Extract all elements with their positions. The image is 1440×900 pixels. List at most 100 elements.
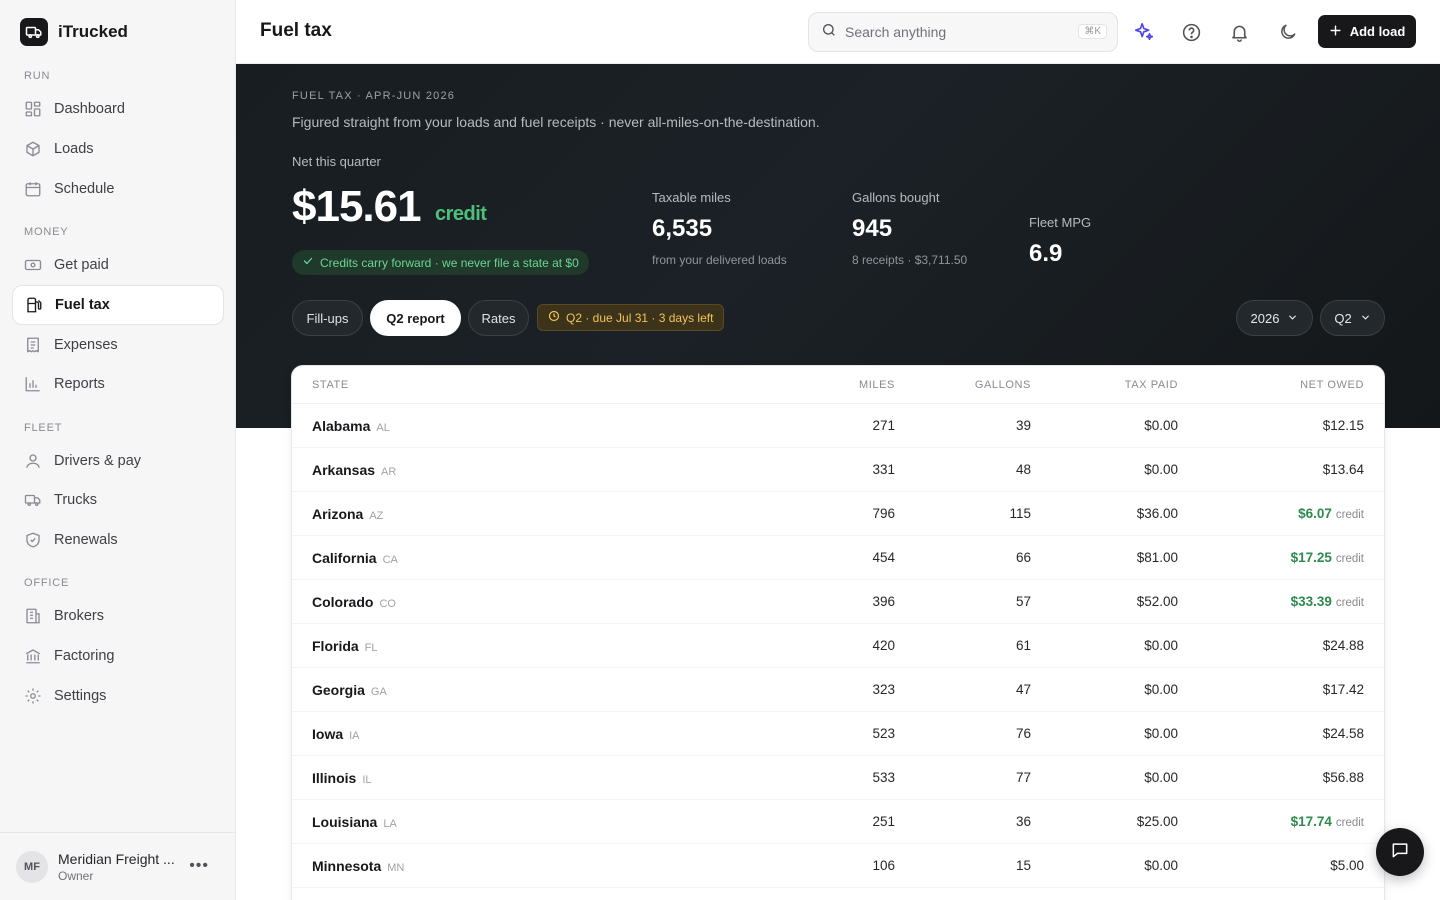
column-header-gallons[interactable]: GALLONS [975, 379, 1031, 391]
sidebar-item-factoring[interactable]: Factoring [12, 636, 224, 676]
add-load-button[interactable]: Add load [1318, 15, 1416, 48]
state-abbr: MN [387, 862, 405, 874]
column-header-state[interactable]: STATE [312, 379, 349, 391]
tab-q2-report[interactable]: Q2 report [370, 300, 461, 336]
state-cell: California CA [312, 550, 398, 566]
sidebar-item-label: Fuel tax [55, 297, 110, 313]
net-owed-value: $24.58 [1322, 726, 1364, 741]
state-cell: Georgia GA [312, 682, 387, 698]
sidebar-item-schedule[interactable]: Schedule [12, 169, 224, 209]
column-header-net-owed[interactable]: NET OWED [1300, 379, 1364, 391]
table-row[interactable]: Arizona AZ 796 115 $36.00 $6.07 credit [292, 492, 1384, 536]
sidebar-item-dashboard[interactable]: Dashboard [12, 89, 224, 129]
year-select[interactable]: 2026 [1236, 300, 1313, 336]
sidebar-item-renewals[interactable]: Renewals [12, 520, 224, 560]
year-select-value: 2026 [1250, 310, 1280, 326]
table-row[interactable]: Georgia GA 323 47 $0.00 $17.42 [292, 668, 1384, 712]
quarter-select-value: Q2 [1334, 310, 1352, 326]
net-owed-value: $24.88 [1322, 638, 1364, 653]
gallons-cell: 57 [1015, 594, 1031, 609]
search-shortcut: ⌘K [1078, 24, 1107, 39]
sparkle-icon[interactable] [1132, 20, 1156, 44]
credit-label: credit [1335, 509, 1364, 521]
table-row[interactable]: Illinois IL 533 77 $0.00 $56.88 [292, 756, 1384, 800]
moon-icon[interactable] [1276, 20, 1300, 44]
more-options-icon[interactable]: ••• [189, 857, 209, 875]
quarter-select[interactable]: Q2 [1320, 300, 1385, 336]
state-cell: Alabama AL [312, 418, 390, 434]
sidebar-item-label: Settings [54, 688, 107, 704]
table-row[interactable]: Iowa IA 523 76 $0.00 $24.58 [292, 712, 1384, 756]
gallons-cell: 115 [1009, 506, 1031, 521]
due-date-text: Q2 · due Jul 31 · 3 days left [566, 310, 714, 325]
brand-name: iTrucked [58, 22, 128, 41]
state-abbr: FL [364, 642, 378, 654]
table-row[interactable]: Louisiana LA 251 36 $25.00 $17.74 credit [292, 800, 1384, 844]
gallons-cell: 76 [1015, 726, 1031, 741]
sidebar-item-get-paid[interactable]: Get paid [12, 245, 224, 285]
stat-note: 8 receipts · $3,711.50 [852, 253, 968, 267]
bell-icon[interactable] [1227, 20, 1251, 44]
nav-section-office: OFFICE [24, 577, 70, 589]
gallons-cell: 61 [1015, 638, 1031, 653]
nav-section-fleet: FLEET [24, 422, 63, 434]
miles-cell: 420 [872, 638, 895, 653]
table-row[interactable]: Arkansas AR 331 48 $0.00 $13.64 [292, 448, 1384, 492]
net-owed-cell: $33.39 credit [1291, 594, 1364, 609]
sidebar-item-label: Reports [54, 376, 105, 392]
account-switcher[interactable]: MF Meridian Freight ... Owner ••• [0, 832, 235, 900]
shield-icon [24, 531, 42, 549]
tab-fill-ups[interactable]: Fill-ups [292, 300, 363, 336]
sidebar-item-label: Schedule [54, 181, 115, 197]
tab-rates[interactable]: Rates [468, 300, 529, 336]
state-abbr: GA [370, 686, 387, 698]
state-name: Florida [312, 638, 359, 654]
chevron-down-icon [1287, 311, 1298, 326]
state-abbr: AL [376, 422, 390, 434]
brand[interactable]: iTrucked [20, 18, 128, 46]
column-header-miles[interactable]: MILES [859, 379, 895, 391]
sidebar-item-label: Dashboard [54, 101, 125, 117]
table-row[interactable]: Alabama AL 271 39 $0.00 $12.15 [292, 404, 1384, 448]
gallons-cell: 36 [1015, 814, 1031, 829]
tax-paid-cell: $0.00 [1144, 638, 1178, 653]
state-abbr: CO [379, 598, 396, 610]
sidebar-item-settings[interactable]: Settings [12, 676, 224, 716]
credit-label: credit [1335, 553, 1364, 565]
gallons-cell: 77 [1015, 770, 1031, 785]
miles-cell: 454 [872, 550, 895, 565]
sidebar-item-loads[interactable]: Loads [12, 129, 224, 169]
column-header-tax-paid[interactable]: TAX PAID [1125, 379, 1178, 391]
search-input[interactable] [845, 24, 1065, 40]
miles-cell: 796 [872, 506, 895, 521]
stat-label: Taxable miles [652, 190, 731, 205]
state-abbr: AZ [369, 510, 384, 522]
miles-cell: 323 [872, 682, 895, 697]
miles-cell: 251 [872, 814, 895, 829]
state-name: Alabama [312, 418, 371, 434]
check-icon [302, 255, 314, 270]
stat-taxable-miles: Taxable miles 6,535 from your delivered … [652, 190, 787, 267]
clock-icon [548, 310, 560, 325]
chat-button[interactable] [1376, 828, 1424, 876]
state-name: California [312, 550, 377, 566]
sidebar-item-fuel-tax[interactable]: Fuel tax [12, 285, 224, 325]
table-row[interactable]: Colorado CO 396 57 $52.00 $33.39 credit [292, 580, 1384, 624]
state-abbr: IA [349, 730, 360, 742]
table-row[interactable]: Florida FL 420 61 $0.00 $24.88 [292, 624, 1384, 668]
sidebar-item-expenses[interactable]: Expenses [12, 325, 224, 365]
state-cell: Louisiana LA [312, 814, 397, 830]
net-owed-value: $6.07 [1298, 506, 1332, 521]
search-box[interactable]: ⌘K [808, 12, 1118, 52]
sidebar-item-drivers-pay[interactable]: Drivers & pay [12, 441, 224, 481]
sidebar-item-trucks[interactable]: Trucks [12, 480, 224, 520]
net-credit-tag: credit [435, 203, 487, 225]
sidebar-item-brokers[interactable]: Brokers [12, 596, 224, 636]
table-row[interactable]: California CA 454 66 $81.00 $17.25 credit [292, 536, 1384, 580]
avatar: MF [16, 850, 48, 883]
table-row[interactable]: Minnesota MN 106 15 $0.00 $5.00 [292, 844, 1384, 888]
stat-fleet-mpg: Fleet MPG 6.9 [1029, 215, 1091, 268]
help-icon[interactable] [1179, 20, 1203, 44]
search-icon [821, 22, 837, 43]
sidebar-item-reports[interactable]: Reports [12, 364, 224, 404]
